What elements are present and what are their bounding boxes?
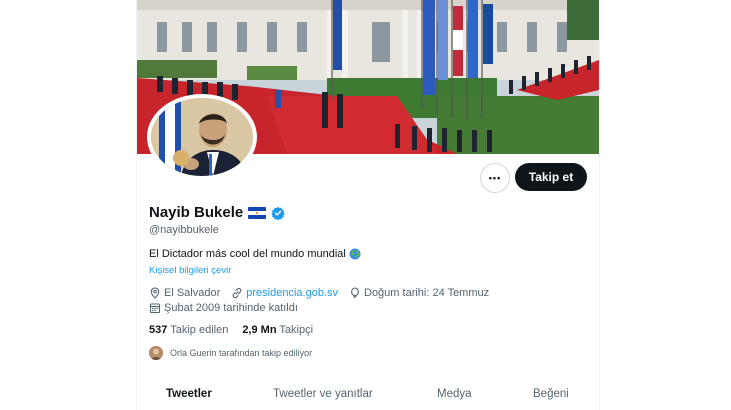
following-label: Takip edilen: [170, 324, 229, 336]
profile-bio: El Dictador más cool del mundo mundial: [149, 248, 361, 260]
el-salvador-flag-icon: [248, 206, 267, 219]
location-item: El Salvador: [149, 287, 220, 299]
more-options-icon: •••: [488, 172, 502, 183]
tab-likes[interactable]: Beğeni: [533, 388, 569, 400]
tab-media[interactable]: Medya: [437, 388, 472, 400]
followed-by-row[interactable]: Orla Guerin tarafından takip ediliyor: [149, 346, 312, 360]
website-link[interactable]: presidencia.gob.sv: [246, 287, 338, 299]
followed-by-text: Orla Guerin tarafından takip ediliyor: [170, 348, 313, 358]
followers-count: 2,9 Mn: [242, 324, 277, 336]
profile-handle: @nayibbukele: [149, 224, 219, 236]
profile-name: Nayib Bukele: [149, 204, 244, 221]
profile-column: ••• Takip et Nayib Bukele @nayibbukele E…: [136, 0, 600, 410]
profile-avatar[interactable]: [147, 94, 257, 180]
tab-tweets-and-replies[interactable]: Tweetler ve yanıtlar: [273, 388, 373, 400]
birthday-text: Doğum tarihi: 24 Temmuz: [364, 287, 490, 299]
website-item: presidencia.gob.sv: [231, 287, 338, 299]
location-text: El Salvador: [164, 287, 221, 299]
profile-tabs: Tweetler Tweetler ve yanıtlar Medya Beğe…: [137, 380, 599, 410]
bio-text: El Dictador más cool del mundo mundial: [149, 248, 346, 260]
link-icon: [232, 287, 242, 299]
tab-tweets[interactable]: Tweetler: [166, 388, 212, 400]
joined-text: Şubat 2009 tarihinde katıldı: [164, 302, 298, 314]
translate-bio-link[interactable]: Kişisel bilgileri çevir: [149, 265, 231, 276]
follow-stats: 537 Takip edilen 2,9 Mn Takipçi: [149, 324, 327, 336]
followers-label: Takipçi: [279, 324, 314, 336]
more-options-button[interactable]: •••: [480, 163, 510, 193]
follow-button[interactable]: Takip et: [515, 163, 587, 191]
calendar-icon: [149, 303, 161, 314]
follower-avatar: [149, 346, 163, 360]
following-stat[interactable]: 537 Takip edilen: [149, 324, 228, 336]
birthday-item: Doğum tarihi: 24 Temmuz: [349, 287, 489, 299]
location-pin-icon: [150, 287, 160, 299]
joined-item: Şubat 2009 tarihinde katıldı: [149, 302, 298, 314]
profile-meta-row: El Salvador presidencia.gob.sv Doğum tar…: [149, 287, 500, 299]
followers-stat[interactable]: 2,9 Mn Takipçi: [242, 324, 313, 336]
balloon-icon: [351, 287, 359, 299]
profile-name-row: Nayib Bukele: [149, 204, 285, 221]
globe-icon: [349, 248, 361, 260]
following-count: 537: [149, 324, 168, 336]
verified-badge-icon[interactable]: [271, 206, 285, 220]
